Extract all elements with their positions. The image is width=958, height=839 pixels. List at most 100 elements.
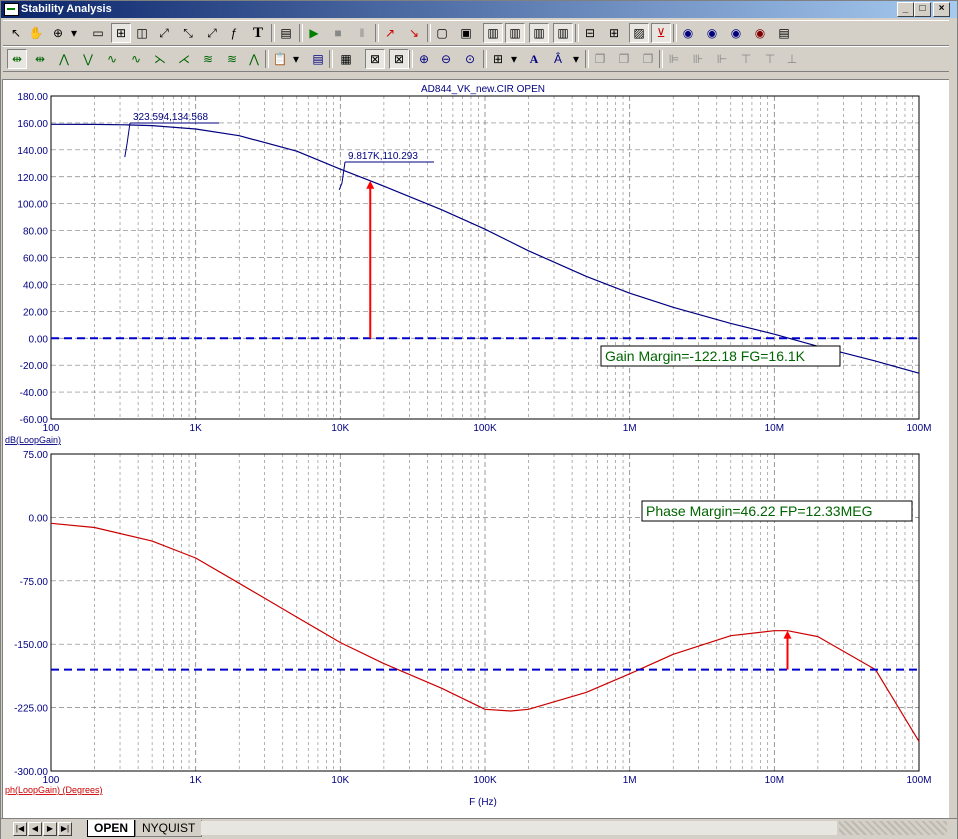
- stop-icon[interactable]: ■: [329, 24, 347, 42]
- zoom-out-icon[interactable]: ⊖: [437, 50, 455, 68]
- plot-mode-1-icon[interactable]: ⇹: [7, 49, 27, 69]
- plot-mode-10-icon[interactable]: ≋: [223, 50, 241, 68]
- plot-area[interactable]: AD844_VK_new.CIR OPEN 180.00 160.00 140.00…: [2, 79, 950, 819]
- list-icon[interactable]: ▤: [309, 50, 327, 68]
- minor-log-icon[interactable]: ▨: [629, 23, 649, 43]
- y-tick-label: 140.00: [17, 146, 48, 157]
- cursor-mode-icon[interactable]: ◉: [751, 24, 769, 42]
- toolbar-separator: [375, 24, 379, 42]
- ruler-icon[interactable]: ⊻: [651, 23, 671, 43]
- horizontal-scrollbar[interactable]: [201, 821, 837, 835]
- pause-icon[interactable]: ‖: [353, 24, 371, 42]
- group-icon[interactable]: ❐: [639, 50, 657, 68]
- toolbar-main: ↖ ✋ ⊕ ▾ ▭ ⊞ ◫ ⤢ ⤡ ⤢ ƒ T ▤ ▶ ■ ‖ ↗ ↘ ▢ ▣ …: [3, 20, 953, 46]
- tag-level-icon[interactable]: ⤡: [179, 24, 197, 42]
- plot-mode-4-icon[interactable]: ⋁: [79, 50, 97, 68]
- image-icon[interactable]: ▭: [89, 24, 107, 42]
- frame-grid-icon[interactable]: ▣: [457, 24, 475, 42]
- run-icon[interactable]: ▶: [305, 24, 323, 42]
- send-back-icon[interactable]: ❐: [615, 50, 633, 68]
- frame-icon[interactable]: ▢: [433, 24, 451, 42]
- toolbar-separator: [585, 50, 589, 68]
- pan-hand-icon[interactable]: ✋: [27, 24, 45, 42]
- properties-icon[interactable]: ▤: [277, 24, 295, 42]
- align-top-icon[interactable]: ⊤: [737, 50, 755, 68]
- zoom-in-icon[interactable]: ⊕: [415, 50, 433, 68]
- align-right-icon[interactable]: ⊩: [713, 50, 731, 68]
- grid-layout-dropdown-icon[interactable]: ▾: [505, 50, 523, 68]
- toolbar-separator: [409, 50, 413, 68]
- gain-plot[interactable]: 180.00 160.00 140.00 120.00 100.00 80.00 60.00…: [5, 92, 932, 445]
- font-icon[interactable]: A: [525, 50, 543, 68]
- maximize-button[interactable]: □: [914, 2, 931, 17]
- font-dropdown-icon[interactable]: ▾: [567, 50, 585, 68]
- y-tick-label: 0.00: [29, 513, 49, 524]
- align-center-icon[interactable]: ⊪: [689, 50, 707, 68]
- valley-icon[interactable]: ↘: [405, 24, 423, 42]
- window-title: Stability Analysis: [21, 3, 112, 15]
- grid-major-icon[interactable]: ▥: [483, 23, 503, 43]
- x-tick-label: 100M: [906, 775, 931, 786]
- toolbar-separator: [265, 50, 269, 68]
- toolbar-separator: [299, 24, 303, 42]
- formula-fx-icon[interactable]: ƒ: [225, 24, 243, 42]
- zoom-cursor-icon[interactable]: ◉: [679, 24, 697, 42]
- bring-front-icon[interactable]: ❐: [591, 50, 609, 68]
- grid-minor-icon[interactable]: ▥: [505, 23, 525, 43]
- page-icon[interactable]: ▤: [775, 24, 793, 42]
- stability-plots[interactable]: AD844_VK_new.CIR OPEN 180.00 160.00 140.00…: [3, 80, 949, 818]
- text-tool-icon[interactable]: T: [249, 24, 267, 42]
- plot-mode-3-icon[interactable]: ⋀: [55, 50, 73, 68]
- tag-point-label: 9.817K,110.293: [348, 151, 418, 162]
- next-page-button[interactable]: ▶: [43, 822, 57, 836]
- toolbar-separator: [673, 24, 677, 42]
- last-page-button[interactable]: ▶|: [58, 822, 72, 836]
- phase-margin-label: Phase Margin=46.22 FP=12.33MEG: [646, 503, 872, 519]
- plot-mode-8-icon[interactable]: ⋌: [175, 50, 193, 68]
- fit-window-icon[interactable]: ⊠: [365, 49, 385, 69]
- y-tick-label: -225.00: [14, 704, 48, 715]
- clipboard-dropdown-icon[interactable]: ▾: [287, 50, 305, 68]
- plot-mode-7-icon[interactable]: ⋋: [151, 50, 169, 68]
- y-tick-label: 0.00: [29, 334, 49, 345]
- scope-dropdown-icon[interactable]: ▾: [65, 24, 83, 42]
- graph-scale-icon[interactable]: ⊞: [111, 23, 131, 43]
- prev-page-button[interactable]: ◀: [28, 822, 42, 836]
- cursor-right-icon[interactable]: ◉: [727, 24, 745, 42]
- title-bar[interactable]: Stability Analysis _ □ ×: [1, 1, 957, 18]
- grid-log-icon[interactable]: ▥: [529, 23, 549, 43]
- x-tick-label: 10M: [765, 775, 784, 786]
- select-arrow-icon[interactable]: ↖: [7, 24, 25, 42]
- phase-plot[interactable]: 75.000.00-75.00-150.00-225.00-300.00100 1…: [5, 450, 932, 808]
- grid-fine-icon[interactable]: ▥: [553, 23, 573, 43]
- resize-grip[interactable]: [839, 821, 947, 835]
- align-middle-icon[interactable]: ⊤: [761, 50, 779, 68]
- fit-data-icon[interactable]: ⊠: [389, 49, 409, 69]
- plot-mode-9-icon[interactable]: ≋: [199, 50, 217, 68]
- cursor-left-icon[interactable]: ◉: [703, 24, 721, 42]
- close-button[interactable]: ×: [933, 2, 950, 17]
- tab-nyquist[interactable]: NYQUIST: [135, 820, 203, 837]
- y-tick-label: 80.00: [23, 227, 48, 238]
- x-tick-label: 100M: [906, 423, 931, 434]
- y-tick-label: 180.00: [17, 92, 48, 103]
- zoom-window-icon[interactable]: ⊙: [461, 50, 479, 68]
- horizontal-axis-icon[interactable]: ⊟: [581, 24, 599, 42]
- tab-open[interactable]: OPEN: [87, 820, 136, 837]
- vertical-scrollbar[interactable]: [949, 18, 957, 818]
- number-format-icon[interactable]: ▦: [337, 50, 355, 68]
- plot-mode-5-icon[interactable]: ∿: [103, 50, 121, 68]
- minimize-button[interactable]: _: [897, 2, 914, 17]
- tag-horizontal-icon[interactable]: ⤢: [203, 24, 221, 42]
- font-size-icon[interactable]: Â: [549, 50, 567, 68]
- plot-mode-11-icon[interactable]: ⋀: [245, 50, 263, 68]
- peak-icon[interactable]: ↗: [381, 24, 399, 42]
- tag-point-icon[interactable]: ⤢: [155, 24, 173, 42]
- first-page-button[interactable]: |◀: [13, 822, 27, 836]
- crosshair-axis-icon[interactable]: ⊞: [605, 24, 623, 42]
- polygon-icon[interactable]: ◫: [133, 24, 151, 42]
- plot-mode-2-icon[interactable]: ⇹: [31, 50, 49, 68]
- align-bottom-icon[interactable]: ⊥: [783, 50, 801, 68]
- align-left-icon[interactable]: ⊫: [665, 50, 683, 68]
- plot-mode-6-icon[interactable]: ∿: [127, 50, 145, 68]
